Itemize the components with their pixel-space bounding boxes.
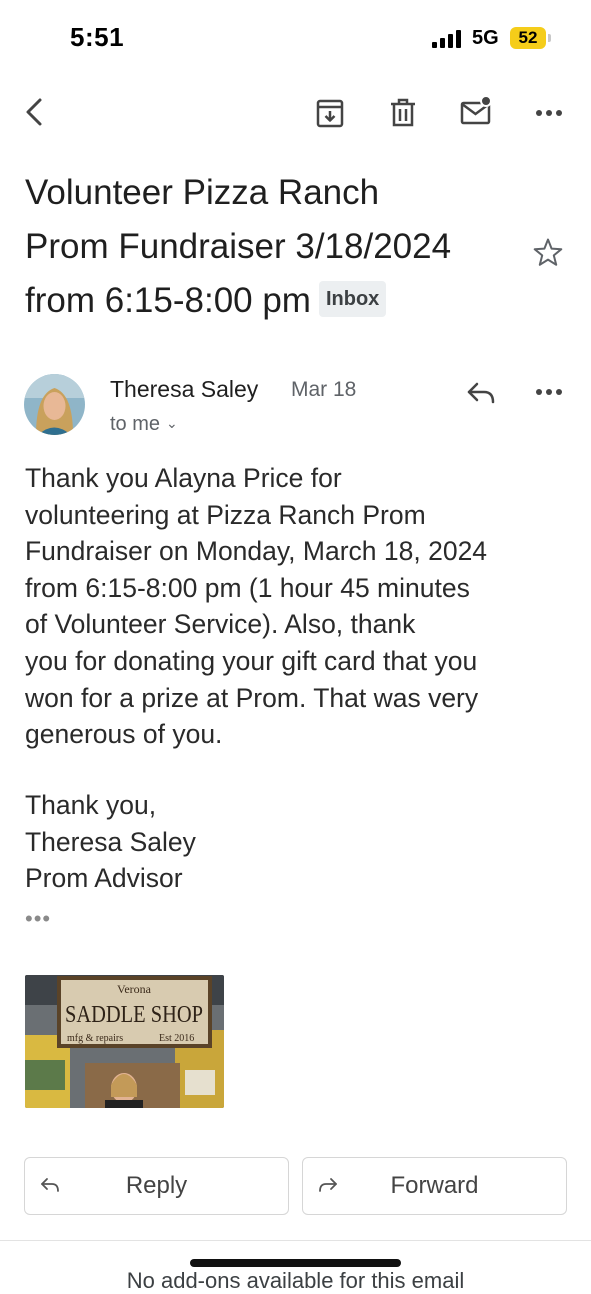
forward-button[interactable]: Forward (302, 1157, 567, 1215)
recipient-label: to me (110, 413, 161, 435)
body-line: Fundraiser on Monday, March 18, 2024 (25, 536, 488, 567)
signature-line: Prom Advisor (25, 863, 183, 894)
mark-unread-icon[interactable] (459, 94, 493, 128)
sign-text-left: mfg & repairs (67, 1033, 123, 1044)
body-line: generous of you. (25, 719, 223, 750)
body-line: of Volunteer Service). Also, thank (25, 609, 416, 640)
subject-line: Volunteer Pizza Ranch (25, 173, 380, 212)
attachment-image[interactable]: Verona SADDLE SHOP mfg & repairs Est 201… (25, 975, 224, 1108)
sender-name[interactable]: Theresa Saley (110, 376, 258, 403)
cellular-signal-icon (432, 30, 464, 48)
reply-label: Reply (125, 1172, 188, 1199)
email-date: Mar 18 (291, 378, 357, 401)
recipient-details-toggle[interactable]: to me ⌄ (110, 413, 178, 436)
avatar[interactable] (24, 374, 85, 435)
chevron-down-icon: ⌄ (166, 415, 178, 431)
show-trimmed-content-button[interactable]: ••• (25, 906, 51, 932)
back-icon[interactable] (18, 95, 52, 129)
body-line: Thank you Alayna Price for (25, 463, 342, 493)
more-icon[interactable] (532, 96, 566, 130)
star-icon[interactable] (531, 236, 565, 270)
email-signature: Thank you, Theresa Saley Prom Advisor (25, 787, 196, 897)
battery-icon: 52 (510, 27, 552, 49)
inbox-label-chip[interactable]: Inbox (318, 280, 387, 317)
body-line: volunteering at Pizza Ranch Prom (25, 499, 426, 530)
reply-button[interactable]: Reply (24, 1157, 289, 1215)
sign-text-top: Verona (117, 982, 152, 996)
battery-level: 52 (518, 28, 538, 47)
home-indicator[interactable] (190, 1259, 401, 1267)
status-time: 5:51 (70, 22, 125, 52)
message-more-icon[interactable] (533, 376, 565, 408)
sign-text-main: SADDLE SHOP (65, 1002, 203, 1028)
body-line: from 6:15-8:00 pm (1 hour 45 minutes (25, 572, 470, 603)
reply-icon[interactable] (464, 376, 498, 410)
network-type: 5G (472, 27, 499, 49)
trash-icon[interactable] (386, 96, 420, 130)
body-line: won for a prize at Prom. That was very (25, 682, 479, 713)
divider (0, 1240, 591, 1241)
addons-message: No add-ons available for this email (126, 1268, 465, 1293)
body-line: you for donating your gift card that you (25, 645, 478, 676)
signature-line: Thank you, (25, 790, 157, 820)
sign-text-right: Est 2016 (159, 1033, 194, 1044)
subject-line: Prom Fundraiser 3/18/2024 (25, 227, 452, 266)
email-body: Thank you Alayna Price for volunteering … (25, 460, 570, 753)
subject-line: from 6:15-8:00 pm (25, 281, 311, 320)
forward-label: Forward (390, 1172, 479, 1199)
signature-line: Theresa Saley (25, 826, 196, 857)
email-subject: Volunteer Pizza Ranch Prom Fundraiser 3/… (25, 166, 525, 328)
archive-icon[interactable] (313, 96, 347, 130)
